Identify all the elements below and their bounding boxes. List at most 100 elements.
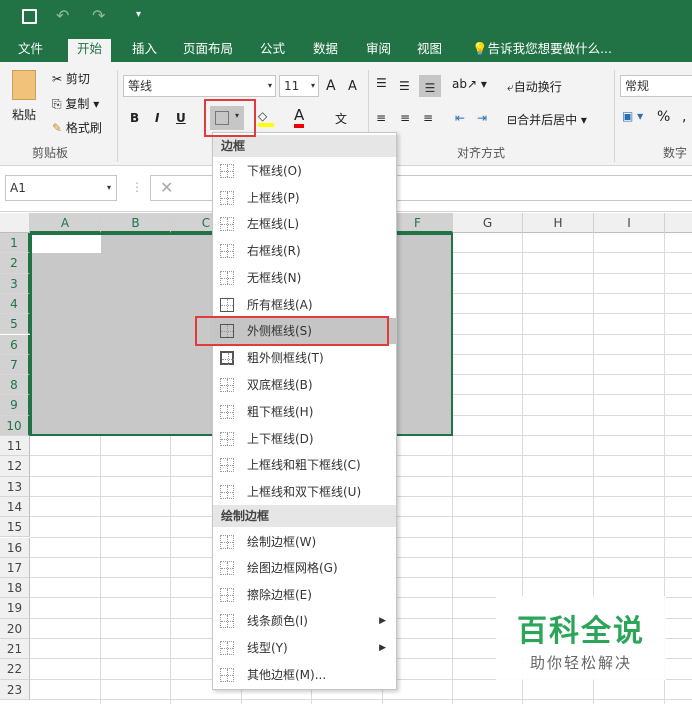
row-header-21[interactable]: 21 xyxy=(0,639,30,660)
font-size-select[interactable]: 11 ▾ xyxy=(279,75,319,97)
row-header-5[interactable]: 5 xyxy=(0,314,30,335)
row-header-14[interactable]: 14 xyxy=(0,496,30,518)
align-right-icon[interactable]: ≡ xyxy=(423,111,433,125)
menu-item[interactable]: 其他边框(M)... xyxy=(213,662,396,688)
decrease-indent-icon[interactable]: ⇤ xyxy=(455,111,465,125)
save-icon[interactable] xyxy=(22,9,37,24)
wrap-text-button[interactable]: ⤶自动换行 xyxy=(507,78,562,95)
column-header-H[interactable]: H xyxy=(523,213,594,233)
select-all-corner[interactable] xyxy=(0,213,30,233)
merge-center-button[interactable]: ⊟合并后居中 ▾ xyxy=(507,111,587,128)
submenu-arrow-icon: ▶ xyxy=(379,643,386,653)
row-header-8[interactable]: 8 xyxy=(0,375,30,396)
paste-button[interactable]: 粘贴 xyxy=(12,106,36,123)
bold-button[interactable]: B xyxy=(130,111,139,125)
tab-view[interactable]: 视图 xyxy=(411,39,448,62)
fill-color-icon[interactable]: ◇ xyxy=(258,109,274,127)
scissors-icon: ✂ xyxy=(52,72,66,86)
redo-icon[interactable]: ↷ xyxy=(92,6,105,25)
row-header-9[interactable]: 9 xyxy=(0,395,30,416)
increase-indent-icon[interactable]: ⇥ xyxy=(477,111,487,125)
row-header-3[interactable]: 3 xyxy=(0,273,30,294)
menu-item-label: 右框线(R) xyxy=(247,244,301,258)
paste-icon[interactable] xyxy=(12,70,36,100)
column-header-G[interactable]: G xyxy=(453,213,523,233)
menu-item-label: 线型(Y) xyxy=(247,641,288,655)
number-format-select[interactable]: 常规 xyxy=(620,75,692,97)
menu-item[interactable]: 擦除边框(E) xyxy=(213,582,396,608)
menu-item[interactable]: 无框线(N) xyxy=(213,265,396,291)
tab-file[interactable]: 文件 xyxy=(12,39,49,62)
row-header-1[interactable]: 1 xyxy=(0,233,30,254)
align-middle-icon[interactable]: ☰ xyxy=(399,79,410,93)
row-header-2[interactable]: 2 xyxy=(0,253,30,274)
row-header-15[interactable]: 15 xyxy=(0,517,30,538)
menu-item[interactable]: 绘图边框网格(G) xyxy=(213,555,396,581)
row-header-10[interactable]: 10 xyxy=(0,415,30,436)
currency-icon[interactable]: ▣ ▾ xyxy=(622,109,643,123)
row-header-6[interactable]: 6 xyxy=(0,334,30,355)
percent-button[interactable]: % xyxy=(657,109,670,125)
active-cell-a1[interactable] xyxy=(32,235,101,253)
top-border-icon xyxy=(220,191,234,205)
align-left-icon[interactable]: ≡ xyxy=(376,111,386,125)
decrease-font-button[interactable]: A xyxy=(348,79,357,94)
comma-button[interactable]: , xyxy=(682,109,686,125)
tab-insert[interactable]: 插入 xyxy=(126,39,163,62)
row-header-16[interactable]: 16 xyxy=(0,537,30,558)
row-header-23[interactable]: 23 xyxy=(0,679,30,700)
menu-item[interactable]: 上框线(P) xyxy=(213,185,396,211)
row-header-7[interactable]: 7 xyxy=(0,354,30,376)
font-name-select[interactable]: 等线 ▾ xyxy=(123,75,276,97)
cut-button[interactable]: ✂ 剪切 xyxy=(52,70,90,87)
row-header-22[interactable]: 22 xyxy=(0,659,30,680)
tell-me-search[interactable]: 💡告诉我您想要做什么... xyxy=(466,39,618,62)
tab-home[interactable]: 开始 xyxy=(68,39,112,62)
phonetic-button[interactable]: 文 xyxy=(335,110,347,127)
tab-data[interactable]: 数据 xyxy=(307,39,344,62)
menu-header-draw-borders: 绘制边框 xyxy=(213,505,396,527)
copy-button[interactable]: ⎘ 复制 ▾ xyxy=(52,95,99,112)
tab-review[interactable]: 审阅 xyxy=(360,39,397,62)
undo-icon[interactable]: ↶ xyxy=(56,6,69,25)
orientation-icon[interactable]: ab↗ ▾ xyxy=(452,77,487,91)
row-header-17[interactable]: 17 xyxy=(0,557,30,579)
menu-item[interactable]: 上框线和双下框线(U) xyxy=(213,479,396,505)
row-header-20[interactable]: 20 xyxy=(0,618,30,639)
menu-item[interactable]: 上下框线(D) xyxy=(213,426,396,452)
menu-item[interactable]: 线条颜色(I) ▶ xyxy=(213,608,396,634)
column-header-A[interactable]: A xyxy=(30,213,101,233)
menu-item[interactable]: 双底框线(B) xyxy=(213,372,396,398)
align-top-icon[interactable]: ☰ xyxy=(376,76,387,90)
font-color-button[interactable]: A xyxy=(294,107,305,128)
menu-item-label: 粗下框线(H) xyxy=(247,405,314,419)
column-header-I[interactable]: I xyxy=(594,213,665,233)
menu-item[interactable]: 绘制边框(W) xyxy=(213,529,396,555)
align-bottom-icon[interactable]: ☰ xyxy=(419,75,441,97)
tab-formulas[interactable]: 公式 xyxy=(254,39,291,62)
row-header-13[interactable]: 13 xyxy=(0,476,30,497)
italic-button[interactable]: I xyxy=(155,111,159,125)
menu-item[interactable]: 粗外侧框线(T) xyxy=(213,345,396,371)
increase-font-button[interactable]: A xyxy=(326,78,336,94)
row-header-4[interactable]: 4 xyxy=(0,293,30,315)
menu-item[interactable]: 所有框线(A) xyxy=(213,292,396,318)
row-header-12[interactable]: 12 xyxy=(0,456,30,477)
menu-item[interactable]: 右框线(R) xyxy=(213,238,396,264)
menu-item[interactable]: 上框线和粗下框线(C) xyxy=(213,452,396,478)
column-header-B[interactable]: B xyxy=(101,213,171,233)
menu-item[interactable]: 粗下框线(H) xyxy=(213,399,396,425)
format-painter-button[interactable]: ✎ 格式刷 xyxy=(52,119,102,136)
row-header-19[interactable]: 19 xyxy=(0,598,30,619)
menu-item[interactable]: 下框线(O) xyxy=(213,158,396,184)
menu-item[interactable]: 左框线(L) xyxy=(213,211,396,237)
tab-page-layout[interactable]: 页面布局 xyxy=(177,39,239,62)
bottom-border-icon xyxy=(220,164,234,178)
menu-item[interactable]: 线型(Y) ▶ xyxy=(213,635,396,661)
row-header-18[interactable]: 18 xyxy=(0,578,30,599)
underline-button[interactable]: U xyxy=(176,111,186,125)
align-center-icon[interactable]: ≡ xyxy=(400,111,410,125)
customize-qat-icon[interactable]: ▾ xyxy=(136,9,141,20)
row-header-11[interactable]: 11 xyxy=(0,436,30,457)
name-box[interactable]: A1 ▾ xyxy=(5,175,117,201)
